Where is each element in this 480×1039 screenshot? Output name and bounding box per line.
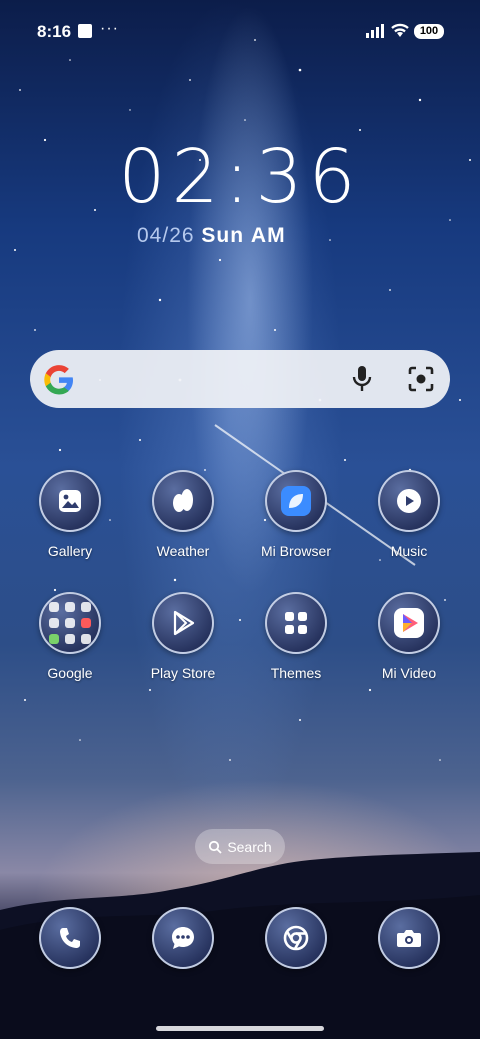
ampm-label: AM	[250, 224, 286, 247]
mic-icon[interactable]	[352, 365, 372, 393]
home-indicator[interactable]	[156, 1026, 324, 1031]
dock-chrome[interactable]	[241, 907, 351, 969]
wallpaper-stars	[14, 39, 471, 761]
themes-icon	[285, 612, 307, 634]
wifi-icon	[391, 23, 409, 37]
chrome-icon	[283, 925, 309, 951]
app-label: Themes	[270, 665, 322, 681]
search-icon	[209, 840, 222, 854]
app-themes[interactable]: Themes	[241, 592, 351, 681]
music-icon	[397, 489, 421, 513]
folder-icon	[49, 602, 91, 644]
lens-icon[interactable]	[408, 366, 434, 392]
browser-icon	[281, 486, 311, 516]
app-mi-video[interactable]: Mi Video	[354, 592, 464, 681]
video-icon	[394, 608, 424, 638]
app-label: Google	[47, 665, 93, 681]
battery-indicator: 100	[414, 24, 444, 39]
app-play-store[interactable]: Play Store	[128, 592, 238, 681]
app-mi-browser[interactable]: Mi Browser	[241, 470, 351, 559]
app-weather[interactable]: Weather	[128, 470, 238, 559]
weather-icon	[173, 489, 193, 512]
phone-icon	[60, 928, 80, 948]
clock-widget[interactable]: 02:36	[0, 135, 480, 219]
dock-messages[interactable]	[128, 907, 238, 969]
weekday-label: Sun	[201, 224, 245, 247]
app-label: Music	[390, 543, 428, 559]
dock-camera[interactable]	[354, 907, 464, 969]
notification-square-icon	[78, 24, 92, 38]
status-time: 8:16	[37, 22, 72, 41]
date-label: 04/26	[137, 224, 195, 247]
app-label: Weather	[156, 543, 210, 559]
google-g-icon	[44, 365, 73, 395]
app-label: Mi Browser	[260, 543, 331, 559]
folder-google[interactable]: Google	[15, 592, 125, 681]
app-label: Gallery	[47, 543, 93, 559]
status-bar: 8:16 ··· 100	[0, 0, 480, 64]
app-music[interactable]: Music	[354, 470, 464, 559]
signal-icon	[366, 24, 384, 38]
camera-icon	[397, 930, 421, 947]
app-label: Play Store	[150, 665, 216, 681]
more-notifications-icon: ···	[100, 20, 119, 37]
messages-icon	[172, 927, 194, 949]
app-search-button[interactable]: Search	[195, 829, 285, 864]
clock-date: 04/26 Sun AM	[137, 224, 286, 248]
search-label: Search	[227, 838, 272, 855]
gallery-icon	[59, 490, 81, 512]
clock-time: 02:36	[118, 134, 362, 220]
play-store-icon	[173, 610, 195, 636]
app-gallery[interactable]: Gallery	[15, 470, 125, 559]
dock-phone[interactable]	[15, 907, 125, 969]
google-search-bar[interactable]	[30, 350, 450, 408]
app-label: Mi Video	[381, 665, 437, 681]
